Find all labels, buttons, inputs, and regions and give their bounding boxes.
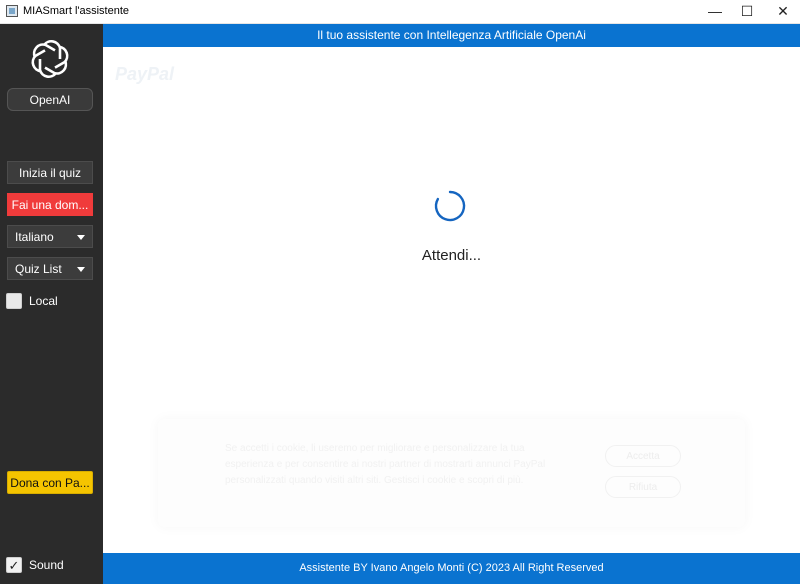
- cookie-refuse-button[interactable]: Rifiuta: [605, 476, 681, 498]
- local-label: Local: [29, 294, 58, 308]
- web-content: PayPal Attendi... Se accetti i cookie, l…: [103, 47, 800, 553]
- sound-checkbox[interactable]: ✓ Sound: [6, 556, 64, 574]
- ask-question-button[interactable]: Fai una dom...: [7, 193, 93, 216]
- check-icon[interactable]: ✓: [6, 557, 22, 573]
- cookie-banner: Se accetti i cookie, li useremo per migl…: [158, 419, 745, 527]
- loading-text: Attendi...: [421, 247, 482, 264]
- cookie-accept-button[interactable]: Accetta: [605, 445, 681, 467]
- paypal-logo: PayPal: [115, 64, 175, 84]
- header-banner: Il tuo assistente con Intellegenza Artif…: [103, 24, 800, 47]
- openai-button[interactable]: OpenAI: [7, 88, 93, 111]
- maximize-button[interactable]: ☐: [730, 0, 764, 23]
- loading-spinner-icon: [434, 190, 466, 222]
- quiz-list-select[interactable]: Quiz List: [7, 257, 93, 280]
- language-select-value: Italiano: [15, 229, 54, 244]
- start-quiz-button[interactable]: Inizia il quiz: [7, 161, 93, 184]
- footer-banner: Assistente BY Ivano Angelo Monti (C) 202…: [103, 553, 800, 584]
- minimize-button[interactable]: —: [698, 0, 732, 23]
- chevron-down-icon: [77, 267, 85, 272]
- language-select[interactable]: Italiano: [7, 225, 93, 248]
- title-bar: MIASmart l'assistente — ☐ ✕: [0, 0, 800, 24]
- openai-logo-icon: [31, 39, 69, 79]
- local-checkbox[interactable]: Local: [6, 292, 58, 310]
- donate-paypal-button[interactable]: Dona con Pa...: [7, 471, 93, 494]
- checkbox-box[interactable]: [6, 293, 22, 309]
- window-title: MIASmart l'assistente: [23, 5, 130, 17]
- close-button[interactable]: ✕: [766, 0, 800, 23]
- quiz-list-select-value: Quiz List: [15, 261, 62, 276]
- chevron-down-icon: [77, 235, 85, 240]
- app-icon: [6, 5, 18, 17]
- sidebar: OpenAI Inizia il quiz Fai una dom... Ita…: [0, 24, 103, 584]
- cookie-text: Se accetti i cookie, li useremo per migl…: [225, 443, 546, 486]
- sound-label: Sound: [29, 558, 64, 572]
